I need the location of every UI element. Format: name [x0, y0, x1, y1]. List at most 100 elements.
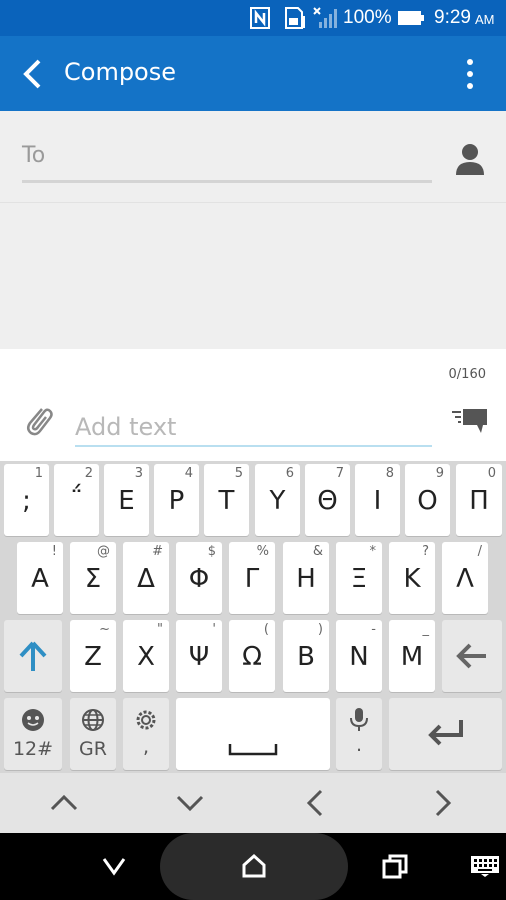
- backspace-key[interactable]: [442, 620, 502, 692]
- enter-key[interactable]: [389, 698, 502, 770]
- key-row3-4[interactable]: (Ω: [229, 620, 275, 692]
- recipient-input[interactable]: To: [22, 143, 432, 183]
- cursor-left-icon[interactable]: [300, 787, 332, 819]
- microphone-icon: [350, 708, 368, 731]
- key-row3-2[interactable]: " Χ: [123, 620, 169, 692]
- send-button[interactable]: [450, 407, 490, 437]
- cursor-right-icon[interactable]: [426, 787, 458, 819]
- key-hint: !: [51, 544, 57, 559]
- key-row1-10[interactable]: 0Π: [456, 464, 502, 536]
- key-hint: ~: [99, 622, 110, 637]
- key-hint: ): [317, 622, 323, 637]
- key-hint: *: [369, 544, 377, 559]
- key-hint: @: [97, 544, 110, 559]
- key-label: Η: [296, 564, 316, 594]
- key-row3-3[interactable]: ' Ψ: [176, 620, 222, 692]
- key-hint: 3: [134, 466, 143, 481]
- key-label: Α: [31, 564, 49, 594]
- space-key[interactable]: [176, 698, 330, 770]
- cursor-up-icon[interactable]: [48, 787, 80, 819]
- key-label: Θ: [317, 486, 338, 516]
- key-row3-7[interactable]: _ Μ: [389, 620, 435, 692]
- sms-send-icon: [452, 409, 487, 433]
- key-label: Β: [297, 642, 315, 672]
- key-row1-6[interactable]: 6Υ: [255, 464, 300, 536]
- key-label: Ο: [417, 486, 438, 516]
- message-body-area[interactable]: [0, 204, 506, 349]
- back-button[interactable]: [14, 54, 54, 94]
- key-row3-1[interactable]: ~ Ζ: [70, 620, 116, 692]
- key-label: Υ: [269, 486, 286, 516]
- key-row2-7[interactable]: * Ξ: [336, 542, 382, 614]
- language-key[interactable]: GR: [70, 698, 116, 770]
- recipient-placeholder: To: [22, 143, 46, 168]
- clock-time: 9:29: [434, 7, 471, 28]
- key-hint: 0: [487, 466, 496, 481]
- key-row2-2[interactable]: @ Σ: [70, 542, 116, 614]
- more-options-button[interactable]: [455, 54, 485, 94]
- battery-icon: [398, 11, 424, 25]
- key-row1-5[interactable]: 5Τ: [204, 464, 249, 536]
- recipient-section: To: [0, 111, 506, 203]
- key-label: ΅: [70, 486, 83, 516]
- key-row1-9[interactable]: 9Ο: [405, 464, 450, 536]
- key-hint: ?: [422, 544, 429, 559]
- key-row3-5[interactable]: ) Β: [283, 620, 329, 692]
- key-row2-9[interactable]: / Λ: [442, 542, 488, 614]
- settings-sub-label: ,: [142, 736, 150, 758]
- status-bar: 100% 9:29 AM: [0, 0, 506, 36]
- key-label: Γ: [244, 564, 260, 594]
- key-hint: #: [152, 544, 163, 559]
- key-row1-2[interactable]: 2 ΅: [54, 464, 99, 536]
- key-hint: /: [477, 544, 482, 559]
- key-row2-6[interactable]: & Η: [283, 542, 329, 614]
- paperclip-icon: [27, 408, 53, 436]
- key-row3-6[interactable]: -Ν: [336, 620, 382, 692]
- key-row2-4[interactable]: $ Φ: [176, 542, 222, 614]
- key-row1-3[interactable]: 3Ε: [104, 464, 149, 536]
- key-hint: 1: [34, 466, 43, 481]
- hide-keyboard-icon[interactable]: [100, 855, 128, 879]
- gear-icon: [136, 710, 156, 730]
- key-row2-5[interactable]: % Γ: [229, 542, 275, 614]
- signal-icon: [313, 7, 337, 28]
- key-row1-1[interactable]: 1;: [4, 464, 49, 536]
- key-row2-8[interactable]: ? Κ: [389, 542, 435, 614]
- settings-key[interactable]: ,: [123, 698, 169, 770]
- key-row2-3[interactable]: # Δ: [123, 542, 169, 614]
- smiley-icon: [22, 709, 44, 731]
- contact-picker-button[interactable]: [452, 141, 488, 177]
- nfc-icon: [250, 7, 270, 29]
- key-row2-1[interactable]: ! Α: [17, 542, 63, 614]
- key-hint: 7: [335, 466, 344, 481]
- cursor-down-icon[interactable]: [174, 787, 206, 819]
- key-row1-8[interactable]: 8Ι: [355, 464, 400, 536]
- key-label: Ν: [349, 642, 369, 672]
- shift-arrow-icon: [19, 641, 47, 671]
- home-button[interactable]: [160, 833, 348, 900]
- character-counter: 0/160: [448, 367, 486, 382]
- cursor-nav-bar: [0, 773, 506, 833]
- clock-ampm: AM: [475, 12, 495, 27]
- key-hint: ": [157, 622, 163, 637]
- voice-input-key[interactable]: .: [336, 698, 382, 770]
- key-label: Τ: [218, 486, 235, 516]
- key-label: Σ: [84, 564, 102, 594]
- attach-button[interactable]: [22, 403, 54, 439]
- key-hint: (: [263, 622, 269, 637]
- storage-icon: [285, 7, 305, 29]
- system-nav-bar: [0, 833, 506, 900]
- enter-icon: [428, 720, 463, 746]
- key-label: Ι: [373, 486, 382, 516]
- message-text-input[interactable]: Add text: [75, 409, 432, 447]
- key-row1-4[interactable]: 4Ρ: [154, 464, 199, 536]
- shift-key[interactable]: [4, 620, 62, 692]
- key-row1-7[interactable]: 7Θ: [305, 464, 350, 536]
- key-hint: 6: [285, 466, 294, 481]
- keyboard-switch-icon[interactable]: [470, 855, 500, 877]
- recents-icon[interactable]: [381, 853, 409, 881]
- symbols-label: 12#: [12, 738, 54, 760]
- compose-bar: 0/160 Add text: [0, 349, 506, 461]
- globe-icon: [82, 709, 104, 731]
- emoji-symbols-key[interactable]: 12#: [4, 698, 62, 770]
